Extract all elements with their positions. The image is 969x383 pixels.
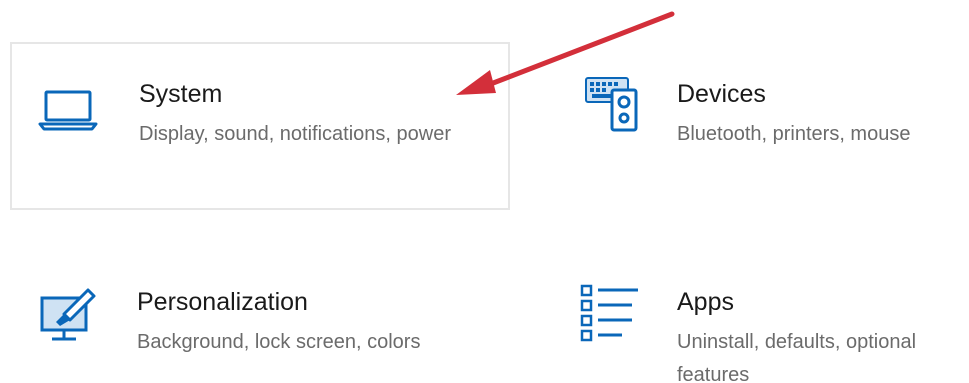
- apps-list-icon: [580, 284, 638, 342]
- personalization-tile[interactable]: Personalization Background, lock screen,…: [10, 262, 510, 383]
- tile-description: Bluetooth, printers, mouse: [677, 123, 911, 145]
- tile-title: Personalization: [137, 288, 308, 316]
- settings-category-grid: System Display, sound, notifications, po…: [0, 0, 969, 383]
- tile-title: System: [139, 80, 223, 108]
- tile-title: Apps: [677, 288, 734, 316]
- tile-description: Background, lock screen, colors: [137, 331, 421, 353]
- paintbrush-monitor-icon: [40, 288, 96, 341]
- keyboard-speaker-icon: [585, 77, 638, 132]
- tile-description: Display, sound, notifications, power: [139, 123, 452, 145]
- apps-tile[interactable]: Apps Uninstall, defaults, optional featu…: [560, 262, 969, 383]
- tile-title: Devices: [677, 80, 766, 108]
- system-tile[interactable]: System Display, sound, notifications, po…: [10, 42, 510, 210]
- laptop-icon: [38, 90, 98, 131]
- tile-description: Uninstall, defaults, optional features: [677, 331, 917, 383]
- devices-tile[interactable]: Devices Bluetooth, printers, mouse: [560, 42, 969, 210]
